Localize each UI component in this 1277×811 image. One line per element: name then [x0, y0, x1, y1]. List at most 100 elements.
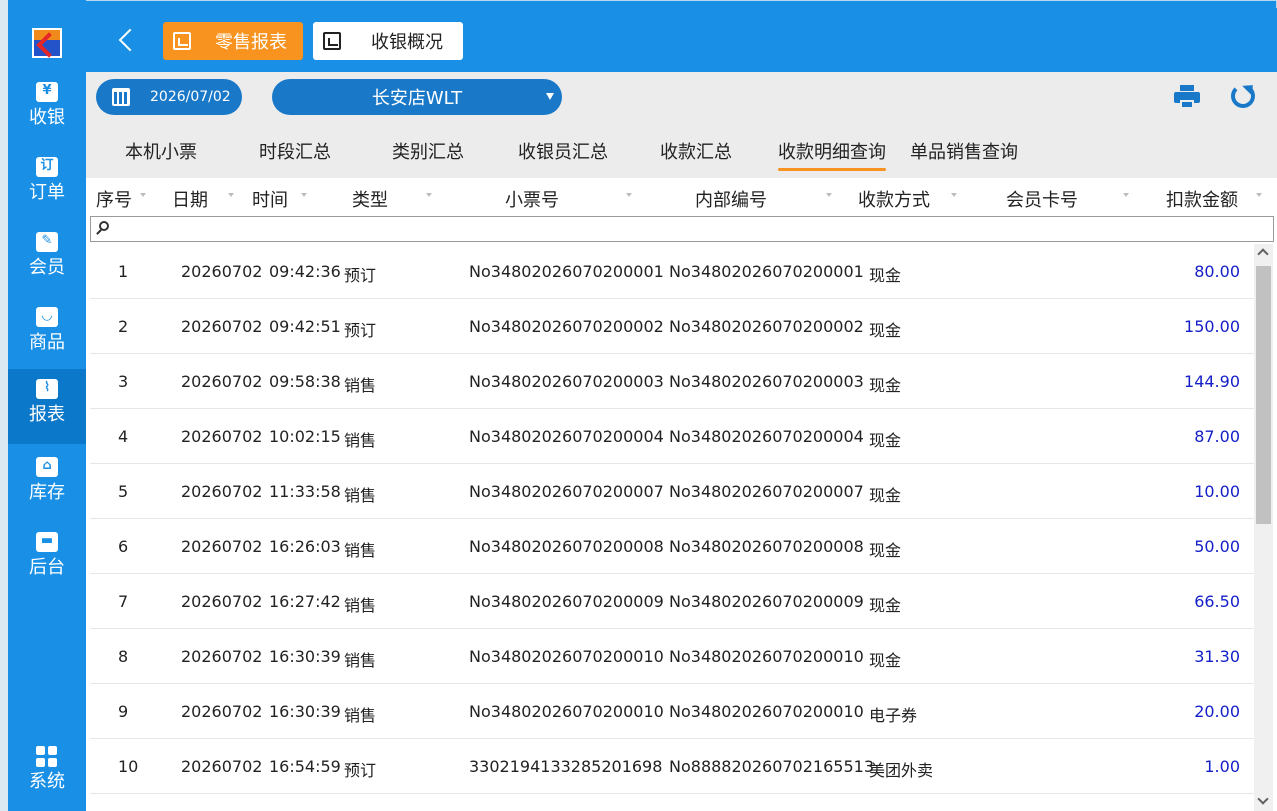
cell-method: 电子券 [869, 706, 918, 725]
subtab-cashier-summary[interactable]: 收银员汇总 [518, 138, 608, 164]
cell-date: 20260702 [181, 647, 263, 666]
column-header-time[interactable]: 时间 [252, 186, 288, 212]
scroll-down-icon[interactable] [1257, 793, 1269, 805]
search-input[interactable] [117, 219, 1267, 239]
table-row[interactable]: 3 20260702 09:58:38 销售 No348020260702000… [90, 354, 1254, 409]
cell-time: 16:27:42 [269, 592, 341, 611]
store-select[interactable]: 长安店WLT [272, 79, 562, 115]
cash-register-icon: ¥ [36, 82, 58, 102]
table-row[interactable]: 9 20260702 16:30:39 销售 No348020260702000… [90, 684, 1254, 739]
cell-internal: No34802026070200004 [669, 427, 864, 446]
sort-icon[interactable] [228, 193, 234, 197]
cell-amount: 50.00 [1194, 537, 1240, 556]
cell-type: 预订 [344, 266, 377, 285]
cell-time: 09:42:36 [269, 262, 341, 281]
table-row[interactable]: 5 20260702 11:33:58 销售 No348020260702000… [90, 464, 1254, 519]
cell-type: 销售 [344, 486, 377, 505]
cell-method: 现金 [869, 321, 902, 340]
column-header-type[interactable]: 类型 [352, 186, 388, 212]
cell-ticket: No34802026070200007 [469, 482, 664, 501]
cell-date: 20260702 [181, 702, 263, 721]
sort-icon[interactable] [140, 193, 146, 197]
sidebar-item-inventory[interactable]: ⌂ 库存 [8, 447, 86, 522]
vertical-scrollbar[interactable] [1254, 244, 1273, 811]
sidebar-item-members[interactable]: ✎ 会员 [8, 222, 86, 297]
cell-no: 7 [118, 592, 129, 611]
cell-ticket: No34802026070200003 [469, 372, 664, 391]
table-body: 1 20260702 09:42:36 预订 No348020260702000… [90, 244, 1254, 811]
sidebar-item-reports[interactable]: ⌇ 报表 [8, 369, 86, 444]
cell-method: 美团外卖 [869, 761, 934, 780]
sidebar-item-orders[interactable]: 订 订单 [8, 147, 86, 222]
back-button[interactable] [112, 22, 142, 58]
cell-internal: No34802026070200007 [669, 482, 864, 501]
column-header-ticket[interactable]: 小票号 [505, 186, 559, 212]
sort-icon[interactable] [626, 193, 632, 197]
cell-no: 5 [118, 482, 129, 501]
column-header-date[interactable]: 日期 [172, 186, 208, 212]
cell-method: 现金 [869, 431, 902, 450]
cell-no: 6 [118, 537, 129, 556]
subtab-payment-detail[interactable]: 收款明细查询 [778, 138, 886, 171]
sidebar-item-backend[interactable]: ▬ 后台 [8, 522, 86, 597]
member-icon: ✎ [36, 232, 58, 252]
cell-date: 20260702 [181, 262, 263, 281]
cell-ticket: No34802026070200009 [469, 592, 664, 611]
sort-icon[interactable] [826, 193, 832, 197]
cell-amount: 20.00 [1194, 702, 1240, 721]
date-picker[interactable]: 2026/07/02 [96, 79, 242, 115]
cell-no: 4 [118, 427, 129, 446]
table-row[interactable]: 4 20260702 10:02:15 销售 No348020260702000… [90, 409, 1254, 464]
subtab-category-summary[interactable]: 类别汇总 [392, 138, 464, 164]
sidebar-item-cashier[interactable]: ¥ 收银 [8, 72, 86, 147]
sidebar-item-system[interactable]: 系统 [8, 740, 86, 808]
cell-date: 20260702 [181, 317, 263, 336]
sidebar-item-label: 后台 [29, 557, 65, 578]
scroll-thumb[interactable] [1256, 266, 1271, 524]
cell-date: 20260702 [181, 757, 263, 776]
table-row[interactable]: 2 20260702 09:42:51 预订 No348020260702000… [90, 299, 1254, 354]
cell-internal: No34802026070200009 [669, 592, 864, 611]
goods-bag-icon: ◡ [36, 307, 58, 327]
sort-icon[interactable] [426, 193, 432, 197]
cell-date: 20260702 [181, 372, 263, 391]
sort-icon[interactable] [301, 193, 307, 197]
cell-method: 现金 [869, 486, 902, 505]
subtab-local-tickets[interactable]: 本机小票 [125, 138, 197, 164]
sort-icon[interactable] [1123, 193, 1129, 197]
column-header-no[interactable]: 序号 [96, 186, 132, 212]
tab-label: 零售报表 [215, 32, 287, 53]
payment-detail-grid: 序号 日期 时间 类型 小票号 内部编号 收款方式 会员卡号 扣款金额 1 20… [86, 178, 1277, 811]
subtab-payment-summary[interactable]: 收款汇总 [660, 138, 732, 164]
cell-time: 16:30:39 [269, 702, 341, 721]
tab-cashier-overview[interactable]: 收银概况 [313, 22, 463, 60]
caret-down-icon [546, 93, 554, 100]
table-row[interactable]: 10 20260702 16:54:59 预订 3302194133285201… [90, 739, 1254, 794]
cell-amount: 66.50 [1194, 592, 1240, 611]
column-header-internal[interactable]: 内部编号 [695, 186, 767, 212]
tab-label: 收银概况 [371, 32, 443, 53]
print-icon[interactable] [1174, 85, 1200, 109]
tab-retail-report[interactable]: 零售报表 [163, 22, 303, 60]
subtab-period-summary[interactable]: 时段汇总 [259, 138, 331, 164]
column-header-card[interactable]: 会员卡号 [1006, 186, 1078, 212]
table-row[interactable]: 7 20260702 16:27:42 销售 No348020260702000… [90, 574, 1254, 629]
table-row[interactable]: 1 20260702 09:42:36 预订 No348020260702000… [90, 244, 1254, 299]
cell-time: 09:42:51 [269, 317, 341, 336]
refresh-icon[interactable] [1231, 84, 1255, 108]
cell-amount: 150.00 [1184, 317, 1240, 336]
table-row[interactable]: 8 20260702 16:30:39 销售 No348020260702000… [90, 629, 1254, 684]
scroll-up-icon[interactable] [1257, 248, 1269, 260]
subtab-item-sales[interactable]: 单品销售查询 [910, 138, 1018, 164]
column-header-method[interactable]: 收款方式 [858, 186, 930, 212]
column-header-amount[interactable]: 扣款金额 [1166, 186, 1238, 212]
sort-icon[interactable] [1256, 193, 1262, 197]
cell-ticket: No34802026070200001 [469, 262, 664, 281]
sort-icon[interactable] [951, 193, 957, 197]
cell-internal: No34802026070200008 [669, 537, 864, 556]
cell-internal: No34802026070200002 [669, 317, 864, 336]
sidebar-item-label: 收银 [29, 107, 65, 128]
table-row[interactable]: 6 20260702 16:26:03 销售 No348020260702000… [90, 519, 1254, 574]
cell-amount: 80.00 [1194, 262, 1240, 281]
sidebar-item-goods[interactable]: ◡ 商品 [8, 297, 86, 372]
